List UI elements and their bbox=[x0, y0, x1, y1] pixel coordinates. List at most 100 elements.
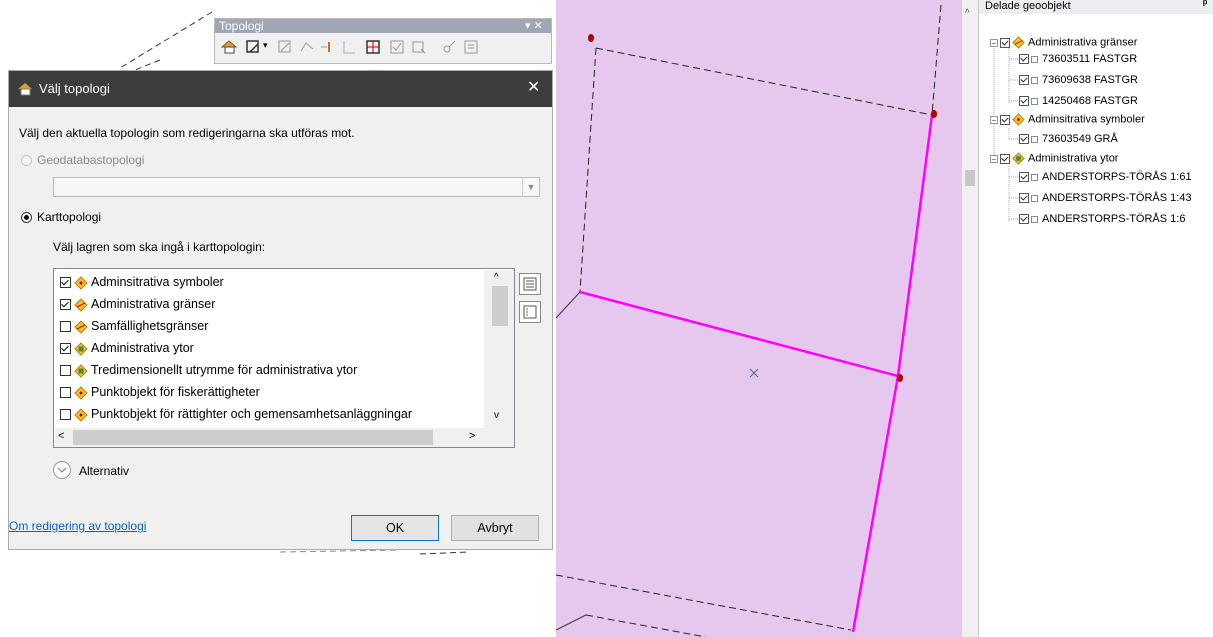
tree-group[interactable]: − Administrativa ytor bbox=[990, 152, 1118, 165]
scroll-up-icon[interactable]: ^ bbox=[494, 272, 499, 283]
item-checkbox[interactable] bbox=[1019, 193, 1029, 204]
modify-edge-icon[interactable] bbox=[277, 39, 293, 55]
chevron-down-icon[interactable]: ▼ bbox=[522, 178, 539, 196]
item-checkbox[interactable] bbox=[1019, 134, 1029, 145]
layer-checkbox[interactable] bbox=[60, 321, 71, 333]
parcel-boundary-dashed bbox=[579, 47, 597, 293]
layer-list-vertical-scrollbar[interactable]: ^ v bbox=[484, 270, 514, 428]
dropdown-arrow-icon[interactable]: ▾ bbox=[263, 40, 268, 51]
layer-label: Punktobjekt för fiskerättigheter bbox=[91, 385, 260, 399]
options-label[interactable]: Alternativ bbox=[79, 464, 129, 478]
layer-checkbox[interactable] bbox=[60, 409, 71, 421]
tree-item[interactable]: 14250468 FASTGR bbox=[1019, 95, 1138, 108]
geodatabase-topology-label: Geodatabastopologi bbox=[37, 153, 145, 167]
chevron-down-icon[interactable] bbox=[53, 461, 71, 479]
clear-layers-button[interactable] bbox=[519, 301, 541, 323]
group-checkbox[interactable] bbox=[1000, 37, 1010, 48]
item-checkbox[interactable] bbox=[1019, 96, 1029, 107]
parcel-boundary-solid bbox=[556, 614, 587, 631]
tree-item[interactable]: 73603549 GRÅ bbox=[1019, 133, 1118, 146]
tree-group[interactable]: − Administrativa gränser bbox=[990, 36, 1137, 49]
vertex-marker bbox=[931, 110, 937, 118]
layer-checkbox[interactable] bbox=[60, 299, 71, 311]
layer-list-horizontal-scrollbar[interactable]: < > bbox=[55, 428, 514, 447]
parcel-boundary-dashed bbox=[595, 47, 933, 116]
topology-edit-tool-icon[interactable] bbox=[245, 39, 261, 55]
collapse-icon[interactable]: − bbox=[990, 115, 998, 124]
item-checkbox[interactable] bbox=[1019, 75, 1029, 86]
feature-icon bbox=[1031, 76, 1038, 84]
geodatabase-topology-radio[interactable] bbox=[21, 155, 32, 166]
generalize-icon[interactable] bbox=[341, 39, 357, 55]
list-none-icon bbox=[523, 305, 537, 319]
scroll-right-icon[interactable]: > bbox=[469, 430, 475, 442]
layer-item[interactable]: Administrativa ytor bbox=[60, 338, 194, 358]
layer-checkbox[interactable] bbox=[60, 365, 71, 377]
polygon-layer-icon bbox=[74, 363, 88, 378]
parcel-boundary-solid bbox=[556, 291, 581, 319]
layer-item[interactable]: Punktobjekt för fiskerättigheter bbox=[60, 382, 260, 402]
item-label: ANDERSTORPS-TÖRÅS 1:6 bbox=[1042, 213, 1186, 225]
line-layer-icon bbox=[74, 319, 88, 334]
feature-icon bbox=[1031, 97, 1038, 105]
feature-icon bbox=[1031, 194, 1038, 202]
tree-item[interactable]: ANDERSTORPS-TÖRÅS 1:61 bbox=[1019, 171, 1192, 184]
help-link[interactable]: Om redigering av topologi bbox=[9, 519, 146, 533]
layer-label: Punktobjekt för rättighter och gemensamh… bbox=[91, 407, 413, 421]
layer-checkbox[interactable] bbox=[60, 387, 71, 399]
topology-layer-icon[interactable] bbox=[221, 39, 237, 55]
tree-item[interactable]: 73603511 FASTGR bbox=[1019, 53, 1137, 66]
item-checkbox[interactable] bbox=[1019, 214, 1029, 225]
geodatabase-topology-combobox[interactable]: ▼ bbox=[53, 177, 540, 197]
tree-item[interactable]: 73609638 FASTGR bbox=[1019, 74, 1138, 87]
select-all-layers-button[interactable] bbox=[519, 273, 541, 295]
item-label: ANDERSTORPS-TÖRÅS 1:43 bbox=[1042, 192, 1192, 204]
close-icon[interactable]: ✕ bbox=[527, 79, 540, 97]
map-topology-radio[interactable] bbox=[21, 212, 32, 223]
layer-label: Adminsitrativa symboler bbox=[91, 275, 224, 289]
map-scroll-thumb[interactable] bbox=[965, 170, 975, 186]
collapse-icon[interactable]: − bbox=[990, 38, 998, 47]
layers-instruction: Välj lagren som ska ingå i karttopologin… bbox=[53, 240, 266, 254]
layer-item[interactable]: Tredimensionellt utrymme för administrat… bbox=[60, 360, 357, 380]
tree-item[interactable]: ANDERSTORPS-TÖRÅS 1:6 bbox=[1019, 213, 1185, 226]
tree-item[interactable]: ANDERSTORPS-TÖRÅS 1:43 bbox=[1019, 192, 1192, 205]
layer-item[interactable]: Adminsitrativa symboler bbox=[60, 272, 224, 292]
layer-checkbox[interactable] bbox=[60, 343, 71, 355]
collapse-icon[interactable]: − bbox=[990, 154, 998, 163]
layer-checkbox[interactable] bbox=[60, 277, 71, 289]
cancel-button[interactable]: Avbryt bbox=[451, 515, 539, 541]
scroll-down-icon[interactable]: v bbox=[494, 410, 499, 421]
tree-group[interactable]: − Adminsitrativa symboler bbox=[990, 113, 1145, 126]
item-checkbox[interactable] bbox=[1019, 172, 1029, 183]
show-shared-features-icon[interactable] bbox=[365, 39, 381, 55]
layer-item[interactable]: Punktobjekt för rättighter och gemensamh… bbox=[60, 404, 412, 424]
point-layer-icon bbox=[74, 407, 88, 422]
topology-properties-icon[interactable] bbox=[463, 39, 479, 55]
horizontal-scroll-thumb[interactable] bbox=[73, 430, 433, 445]
vertical-scroll-thumb[interactable] bbox=[492, 286, 508, 326]
fix-topology-icon[interactable] bbox=[441, 39, 457, 55]
shared-features-panel: Delade geoobjekt ᵖ − Administrativa gräns… bbox=[978, 0, 1213, 637]
ok-button[interactable]: OK bbox=[351, 515, 439, 541]
item-checkbox[interactable] bbox=[1019, 54, 1029, 65]
map-canvas[interactable] bbox=[556, 0, 962, 637]
dialog-titlebar[interactable]: Välj topologi ✕ bbox=[9, 71, 552, 107]
group-checkbox[interactable] bbox=[1000, 153, 1010, 164]
map-view[interactable] bbox=[556, 0, 962, 637]
scroll-up-icon[interactable]: ^ bbox=[965, 8, 970, 19]
reshape-edge-icon[interactable] bbox=[299, 39, 315, 55]
layer-item[interactable]: Samfällighetsgränser bbox=[60, 316, 208, 336]
validate-icon[interactable] bbox=[389, 39, 405, 55]
scroll-left-icon[interactable]: < bbox=[58, 430, 64, 442]
layer-list[interactable]: Adminsitrativa symboler Administrativa g… bbox=[53, 268, 515, 448]
pin-icon[interactable]: ᵖ bbox=[1203, 0, 1207, 11]
group-checkbox[interactable] bbox=[1000, 114, 1010, 125]
error-inspector-icon[interactable] bbox=[411, 39, 427, 55]
toolbar-window-controls[interactable]: ▾ ✕ bbox=[521, 19, 543, 33]
toolbar-titlebar[interactable]: Topologi ▾ ✕ bbox=[215, 19, 551, 33]
point-layer-icon bbox=[74, 385, 88, 400]
map-vertical-scrollbar[interactable]: ^ bbox=[962, 0, 978, 637]
layer-item[interactable]: Administrativa gränser bbox=[60, 294, 215, 314]
align-edge-icon[interactable] bbox=[319, 39, 335, 55]
